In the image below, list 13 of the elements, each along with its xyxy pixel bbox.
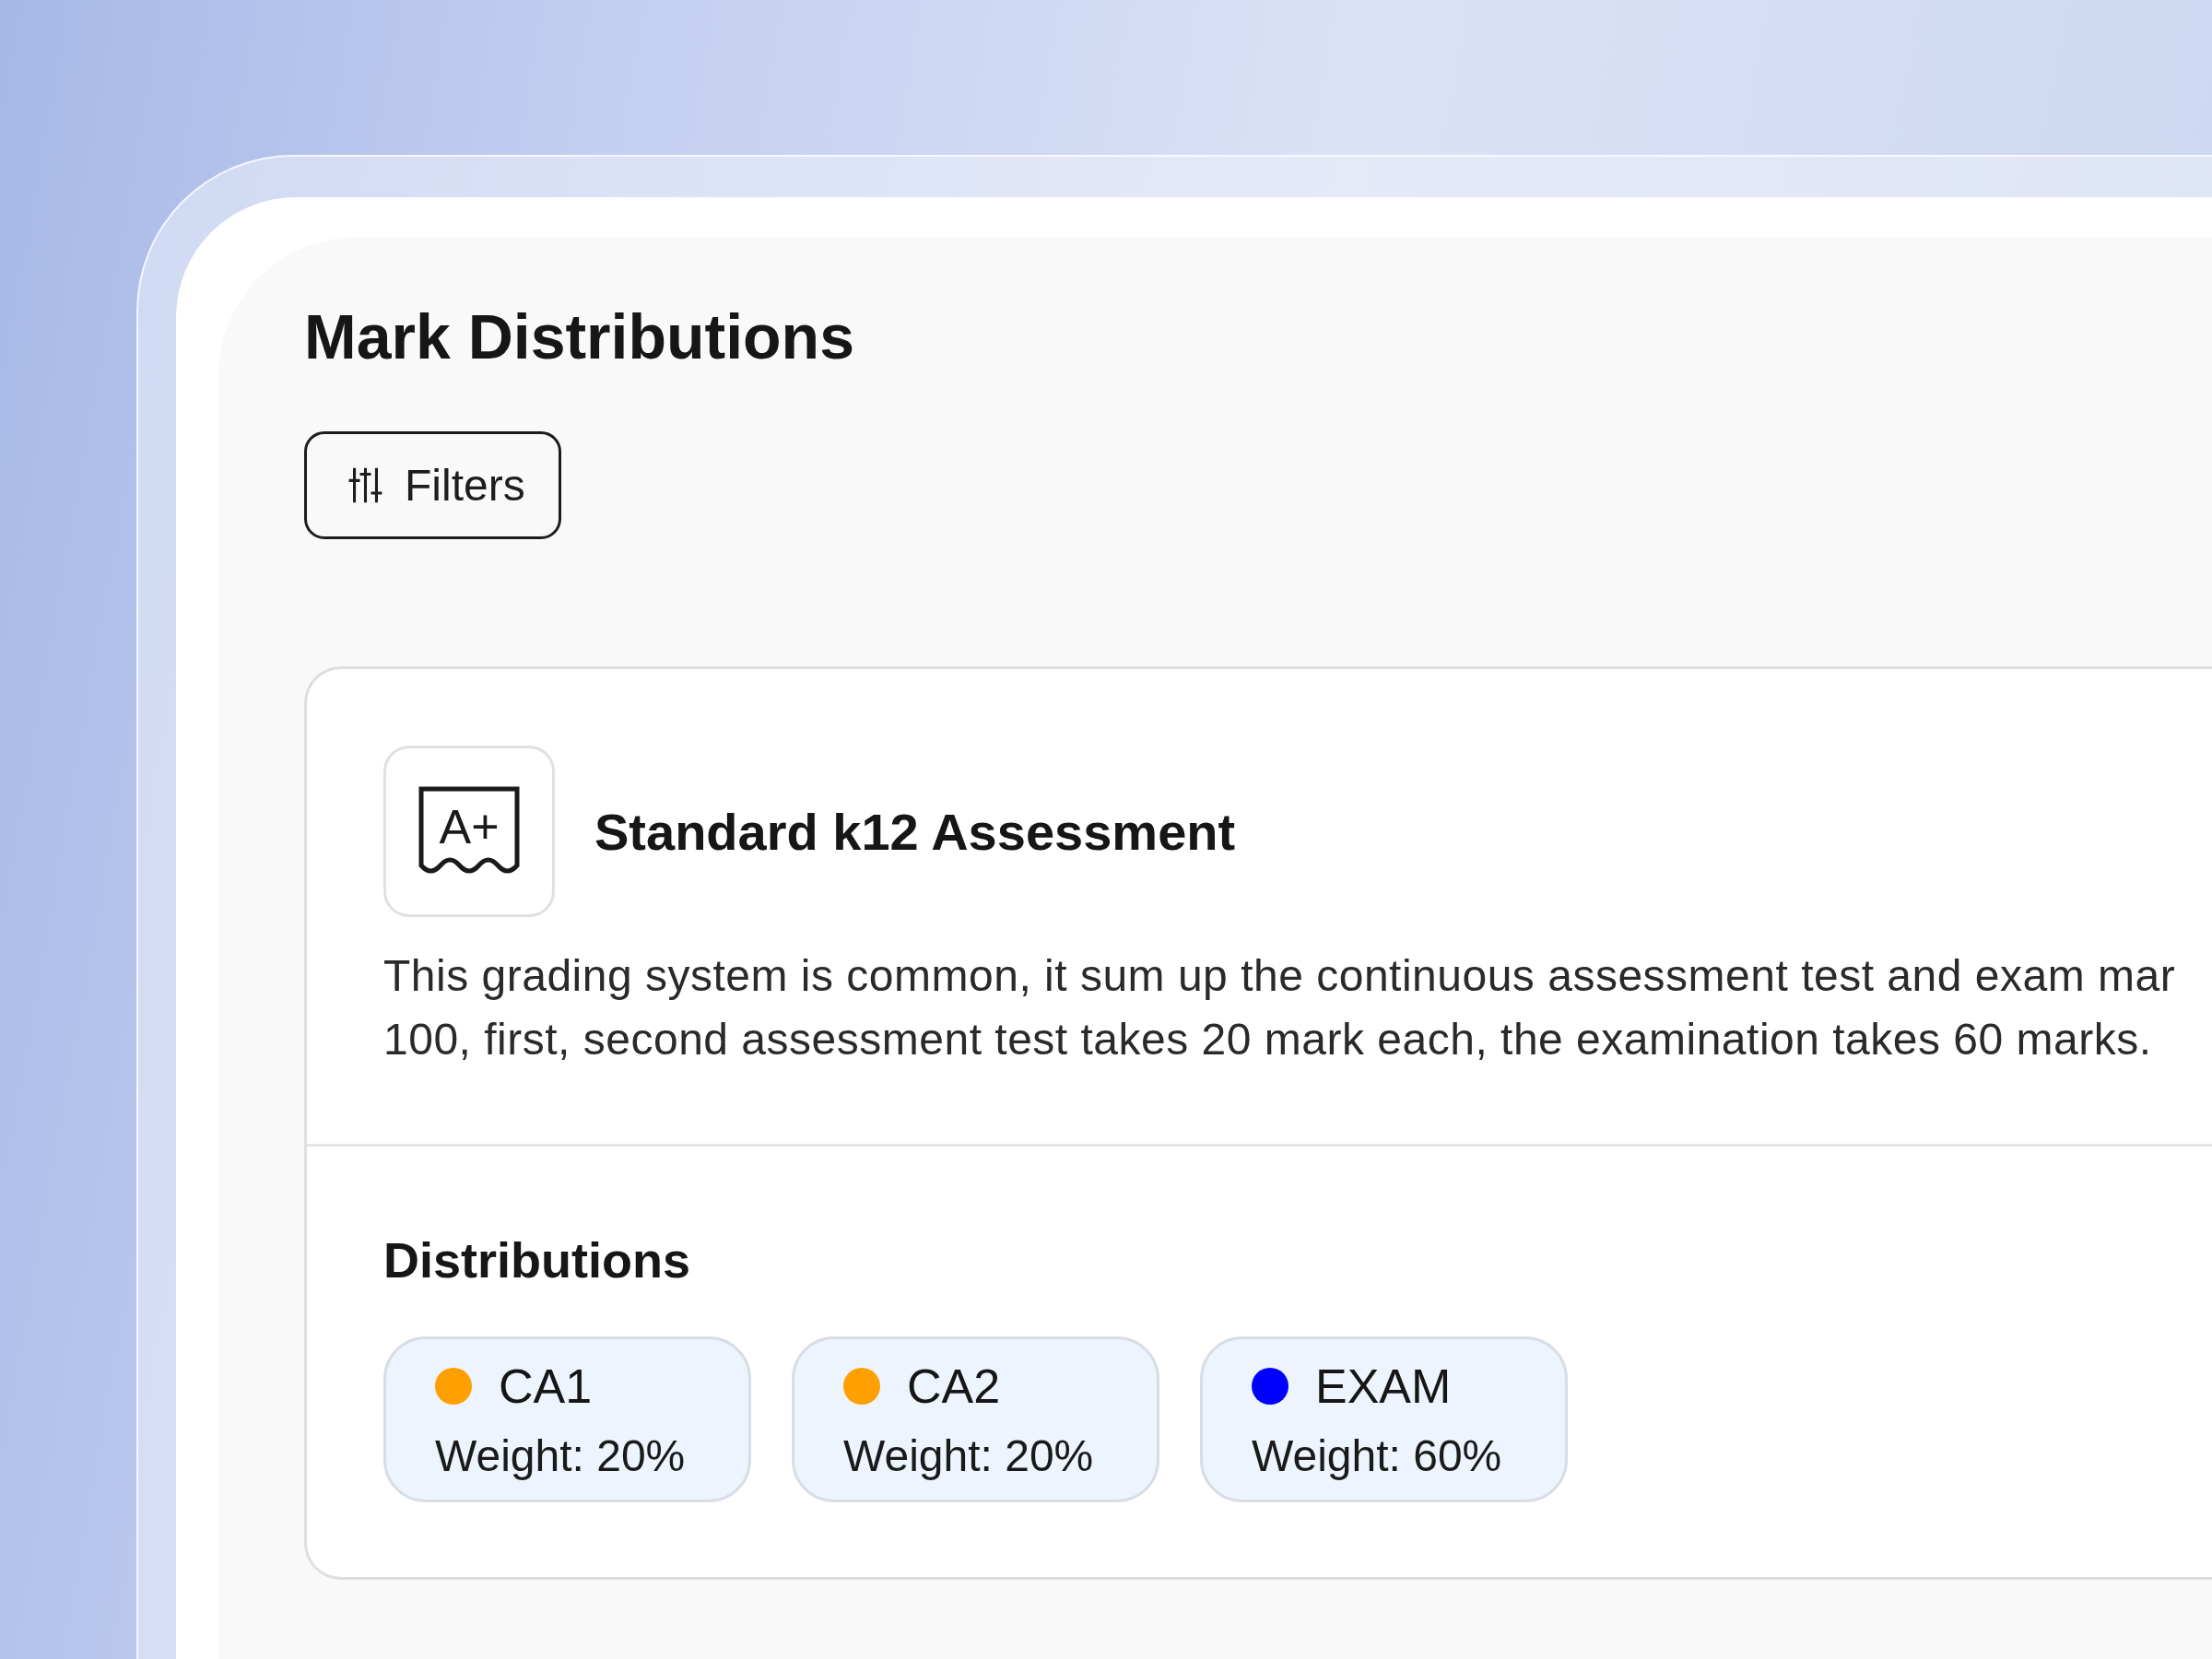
grade-sheet-icon: A+ xyxy=(383,746,555,918)
distributions-heading: Distributions xyxy=(383,1231,691,1290)
assessment-description: This grading system is common, it sum up the continuous assessment test and exam mar 100, first, second assessment test takes 20 mark each, the examination takes 60 marks. xyxy=(383,950,2177,1066)
sliders-icon xyxy=(347,465,384,504)
distribution-name: EXAM xyxy=(1315,1359,1452,1415)
distribution-weight: Weight: 20% xyxy=(435,1430,687,1483)
filters-button[interactable]: Filters xyxy=(304,430,561,540)
page-title: Mark Distributions xyxy=(304,300,855,373)
distribution-name: CA1 xyxy=(499,1359,593,1415)
distribution-name: CA2 xyxy=(907,1359,1001,1415)
distribution-weight: Weight: 20% xyxy=(843,1430,1095,1483)
assessment-title: Standard k12 Assessment xyxy=(594,801,1236,863)
distribution-weight: Weight: 60% xyxy=(1252,1430,1503,1483)
